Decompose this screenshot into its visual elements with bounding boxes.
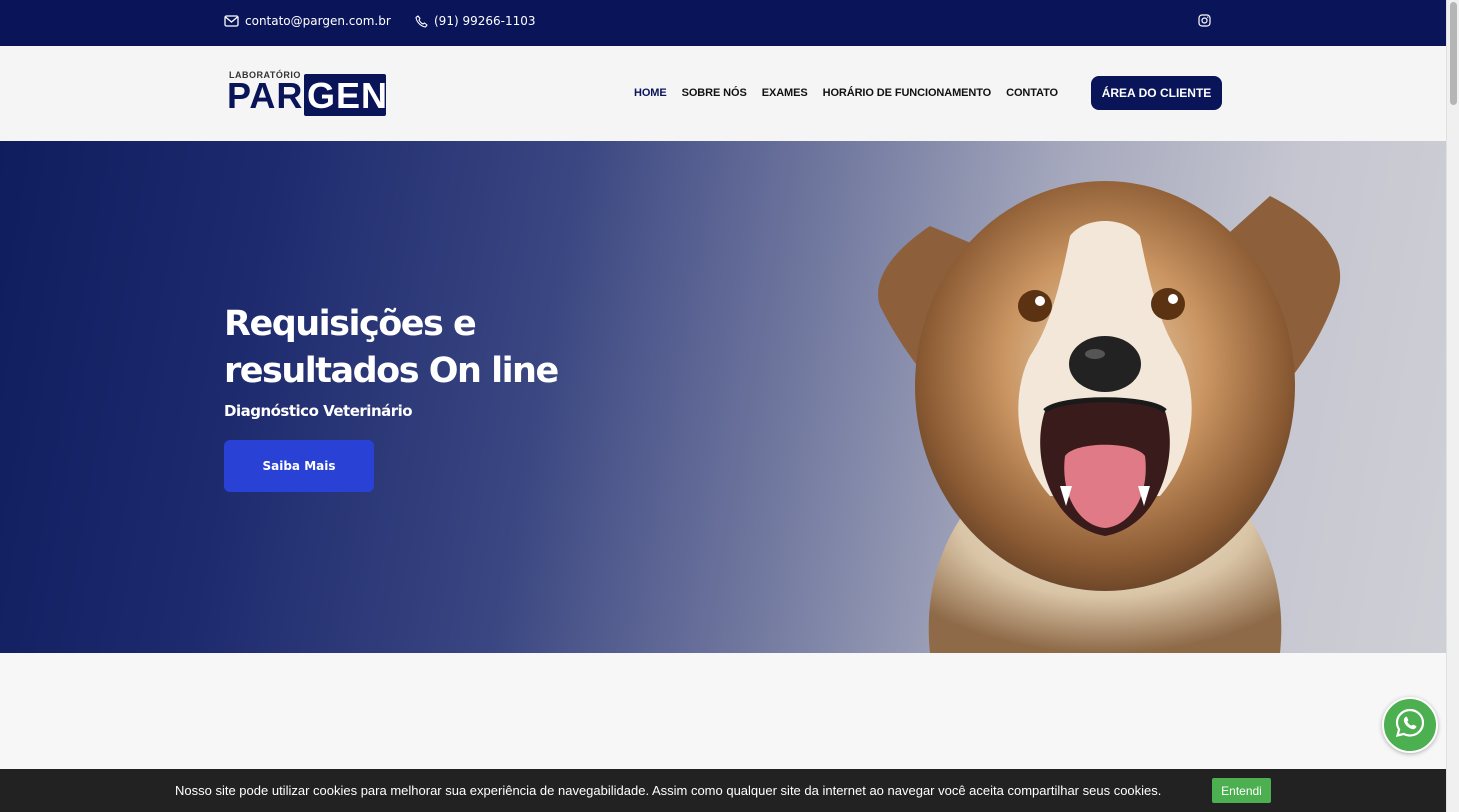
scrollbar-thumb[interactable] <box>1450 2 1457 105</box>
header: LABORATÓRIO PAR GEN HOME SOBRE NÓS EXAME… <box>0 46 1446 141</box>
email-link[interactable]: contato@pargen.com.br <box>224 14 391 28</box>
cookie-accept-button[interactable]: Entendi <box>1212 778 1271 803</box>
page: contato@pargen.com.br (91) 99266-1103 LA… <box>0 0 1446 812</box>
nav-item-horario[interactable]: HORÁRIO DE FUNCIONAMENTO <box>823 87 992 99</box>
whatsapp-icon <box>1394 707 1426 743</box>
logo-gen-text: GEN <box>307 75 389 116</box>
hero-subtitle: Diagnóstico Veterinário <box>224 402 413 420</box>
cookie-banner: Nosso site pode utilizar cookies para me… <box>0 769 1446 812</box>
main-nav: HOME SOBRE NÓS EXAMES HORÁRIO DE FUNCION… <box>634 87 1058 99</box>
logo[interactable]: LABORATÓRIO PAR GEN <box>227 70 389 118</box>
nav-item-exames[interactable]: EXAMES <box>762 87 808 99</box>
phone-link[interactable]: (91) 99266-1103 <box>415 14 536 28</box>
instagram-link[interactable] <box>1198 14 1211 27</box>
mail-icon <box>224 15 239 27</box>
nav-item-home[interactable]: HOME <box>634 87 667 99</box>
scrollbar[interactable] <box>1446 0 1459 812</box>
nav-item-sobre-nos[interactable]: SOBRE NÓS <box>682 87 747 99</box>
whatsapp-button[interactable] <box>1382 697 1438 753</box>
logo-par-text: PAR <box>227 75 304 116</box>
cookie-text: Nosso site pode utilizar cookies para me… <box>175 783 1162 798</box>
email-text: contato@pargen.com.br <box>245 14 391 28</box>
dog-image <box>878 181 1341 653</box>
hero-title: Requisições e resultados On line <box>224 304 559 391</box>
phone-text: (91) 99266-1103 <box>434 14 536 28</box>
phone-icon <box>415 14 428 28</box>
saiba-mais-button[interactable]: Saiba Mais <box>224 440 374 492</box>
instagram-icon <box>1198 14 1211 27</box>
client-area-button[interactable]: ÁREA DO CLIENTE <box>1091 76 1222 110</box>
hero-banner: Requisições e resultados On line Diagnós… <box>0 141 1446 653</box>
top-bar: contato@pargen.com.br (91) 99266-1103 <box>0 0 1446 46</box>
nav-item-contato[interactable]: CONTATO <box>1006 87 1058 99</box>
